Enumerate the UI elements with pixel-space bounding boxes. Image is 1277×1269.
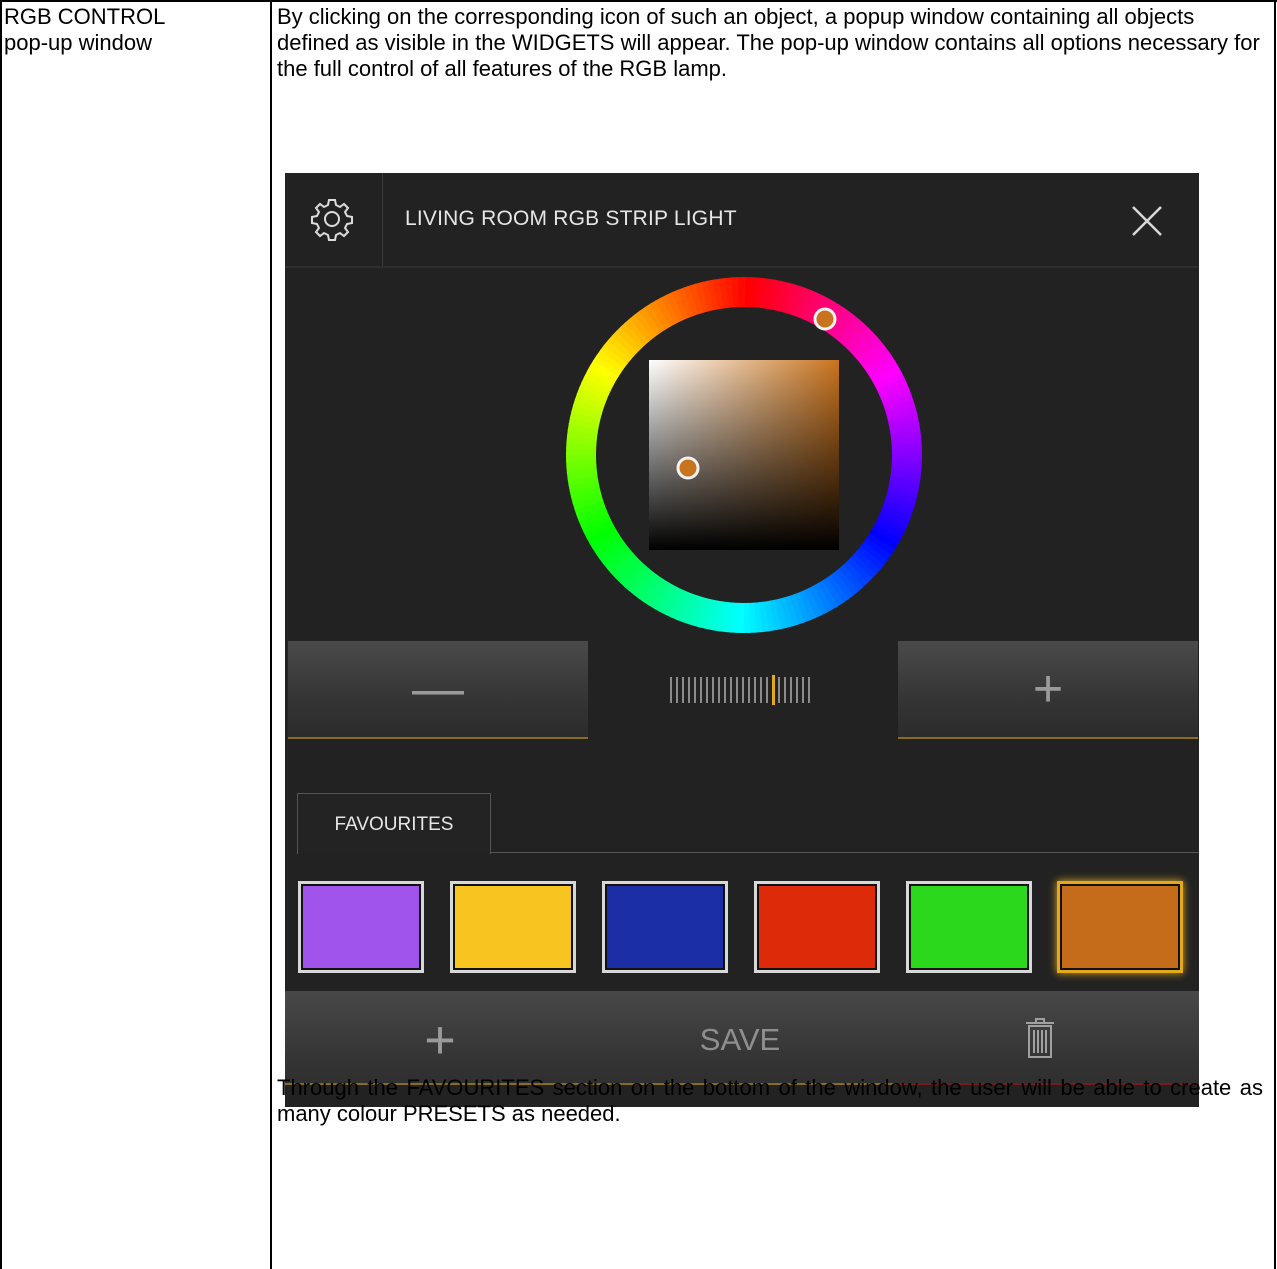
add-favourite-button[interactable]: + xyxy=(385,1005,495,1075)
favourite-swatch[interactable] xyxy=(602,881,728,973)
hue-handle[interactable] xyxy=(813,307,837,331)
favourite-swatch[interactable] xyxy=(906,881,1032,973)
minus-icon: — xyxy=(412,660,464,718)
tab-divider xyxy=(490,852,1199,853)
popup-title: LIVING ROOM RGB STRIP LIGHT xyxy=(405,207,737,230)
gear-icon[interactable] xyxy=(309,196,355,242)
intro-paragraph: By clicking on the corresponding icon of… xyxy=(277,4,1260,81)
favourite-swatch[interactable] xyxy=(450,881,576,973)
trash-icon[interactable] xyxy=(1025,1017,1055,1059)
brightness-slider[interactable] xyxy=(667,675,817,705)
table-border-top xyxy=(0,0,1277,2)
table-border-left xyxy=(0,0,2,1269)
save-button[interactable]: SAVE xyxy=(665,1005,815,1075)
close-icon[interactable] xyxy=(1129,203,1165,239)
brightness-row: — + xyxy=(285,641,1199,751)
row-label-line1: RGB CONTROL xyxy=(4,4,166,29)
color-picker xyxy=(566,277,922,633)
row-label: RGB CONTROL pop-up window xyxy=(4,4,264,56)
rgb-control-popup: LIVING ROOM RGB STRIP LIGHT — + FAVOURIT… xyxy=(285,173,1199,1107)
saturation-handle[interactable] xyxy=(676,456,700,480)
row-label-line2: pop-up window xyxy=(4,30,152,55)
popup-titlebar: LIVING ROOM RGB STRIP LIGHT xyxy=(285,173,1199,268)
outro-paragraph: Through the FAVOURITES section on the bo… xyxy=(277,1075,1263,1126)
plus-icon: + xyxy=(1032,660,1064,718)
table-border-middle xyxy=(270,0,272,1269)
brightness-overlay xyxy=(649,360,839,550)
favourite-swatch[interactable] xyxy=(754,881,880,973)
favourite-swatch[interactable] xyxy=(298,881,424,973)
favourite-swatch[interactable] xyxy=(1057,881,1183,973)
titlebar-separator xyxy=(382,173,383,266)
tab-favourites[interactable]: FAVOURITES xyxy=(297,793,491,854)
brightness-plus-button[interactable]: + xyxy=(898,641,1198,739)
favourite-swatches xyxy=(298,881,1198,981)
brightness-minus-button[interactable]: — xyxy=(288,641,588,739)
table-border-right xyxy=(1274,0,1276,1269)
tab-favourites-label: FAVOURITES xyxy=(334,814,454,835)
